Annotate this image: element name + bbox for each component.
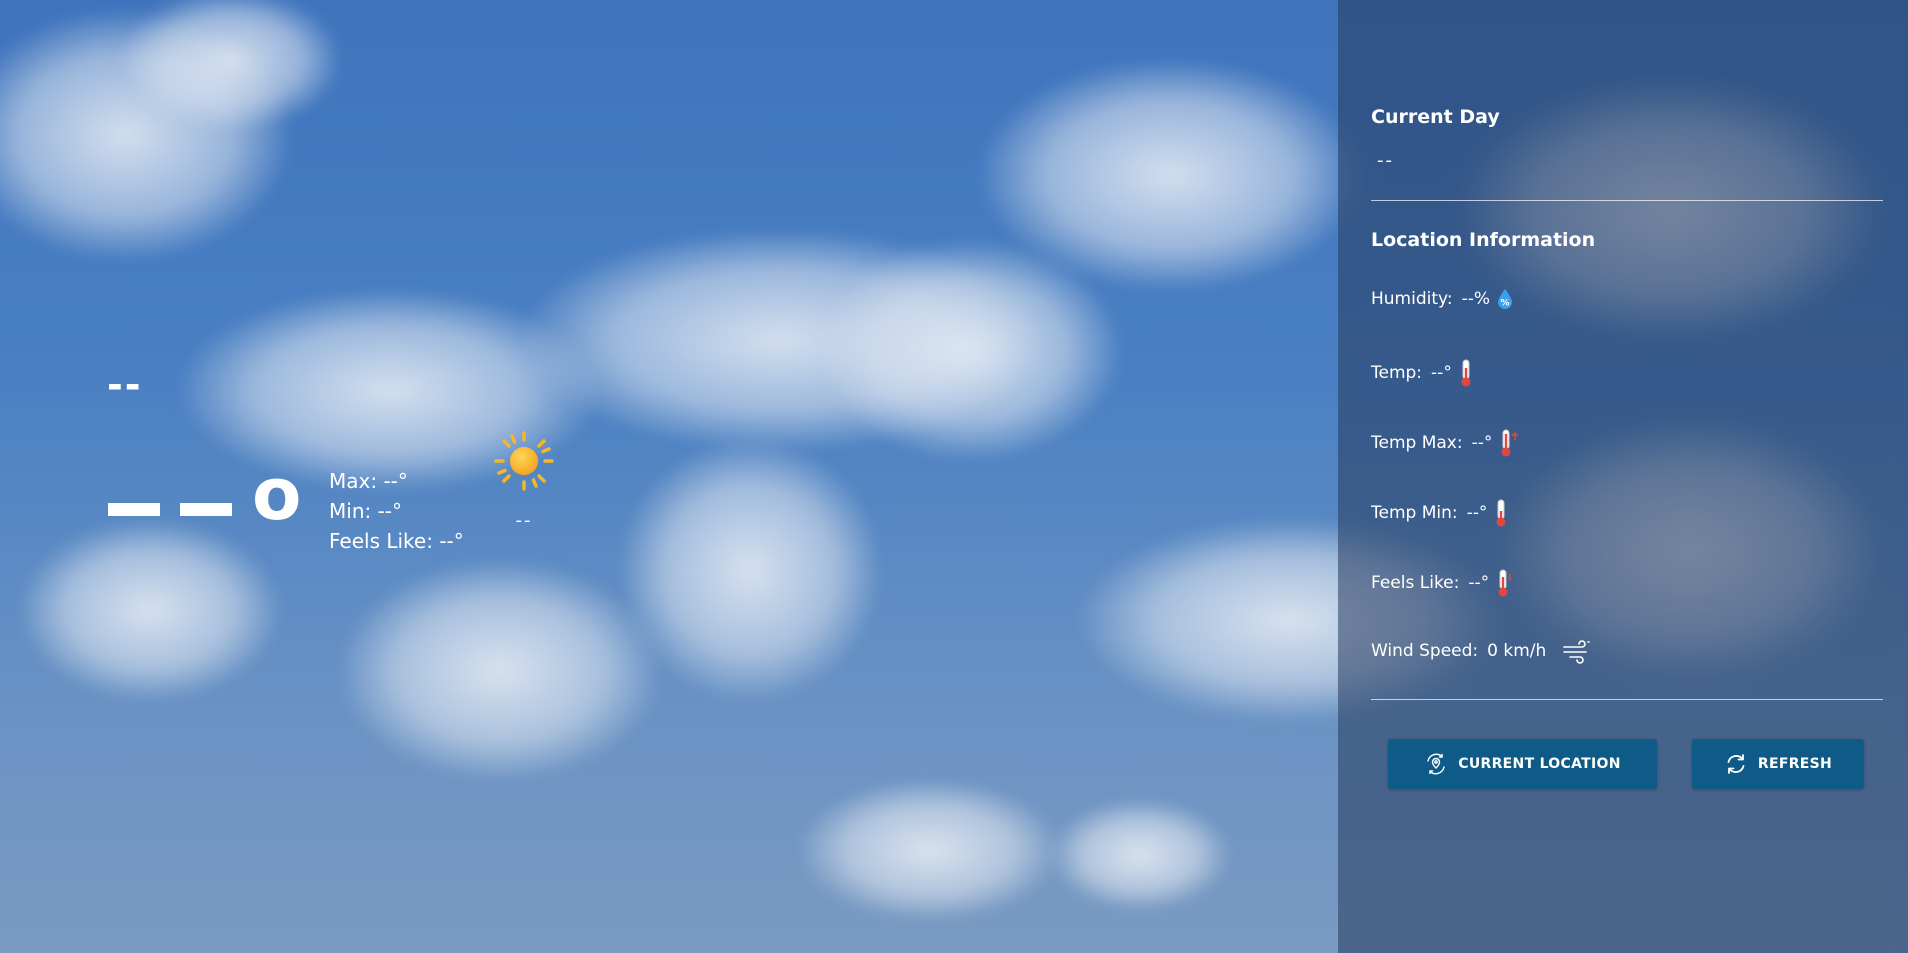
city-name: -- [107,363,143,407]
min-temp: Min: --° [329,499,403,523]
temp-max-label: Temp Max: [1371,433,1463,453]
temp-min-label: Temp Min: [1371,503,1458,523]
wind-speed-value: 0 km/h [1487,641,1547,661]
current-day-title: Current Day [1371,106,1500,128]
refresh-label: REFRESH [1757,756,1833,772]
max-temp: Max: --° [329,469,408,493]
details-panel: Current Day -- Location Information Humi… [1338,0,1908,953]
location-info-title: Location Information [1371,229,1596,251]
sun-icon [494,431,554,491]
divider [1371,200,1883,201]
temp-value: --° [1431,363,1452,383]
temp-label: Temp: [1371,363,1423,383]
humidity-row: Humidity: --% % [1371,288,1514,310]
current-temperature: o [108,448,301,540]
thermometer-down-icon [1493,498,1509,528]
feels-like-row: Feels Like: --° [1371,568,1515,598]
thermometer-icon [1458,358,1474,388]
temp-max-value: --° [1471,433,1493,453]
weather-app: -- o Max: --° Min: --° Feels Like: --° -… [0,0,1908,953]
temp-max-row: Temp Max: --° [1371,428,1520,458]
thermometer-feels-icon [1495,568,1515,598]
svg-text:%: % [1500,299,1509,309]
current-day-value: -- [1377,150,1394,171]
humidity-value: --% [1461,289,1490,309]
current-weather: -- o Max: --° Min: --° Feels Like: --° -… [0,0,1338,953]
humidity-drop-icon: % [1496,288,1514,310]
current-location-button[interactable]: CURRENT LOCATION [1388,739,1657,789]
wind-icon [1562,638,1592,664]
condition-text: -- [515,510,533,531]
temp-min-value: --° [1466,503,1488,523]
weather-condition: -- [492,430,556,531]
temp-min-row: Temp Min: --° [1371,498,1509,528]
divider [1371,699,1883,700]
feels-like-label: Feels Like: [1371,573,1460,593]
refresh-button[interactable]: REFRESH [1692,739,1864,789]
temp-unit: o [252,452,301,536]
humidity-label: Humidity: [1371,289,1453,309]
wind-speed-label: Wind Speed: [1371,641,1479,661]
feels-like-value: --° [1468,573,1490,593]
temp-dash [108,503,160,517]
wind-speed-row: Wind Speed: 0 km/h [1371,638,1592,664]
temp-details: Max: --° Min: --° Feels Like: --° [329,466,464,556]
refresh-icon [1724,752,1748,776]
location-refresh-icon [1424,752,1448,776]
thermometer-up-icon [1498,428,1520,458]
temp-dash [180,503,232,517]
current-location-label: CURRENT LOCATION [1458,756,1621,772]
feels-like-temp: Feels Like: --° [329,529,464,553]
temp-row: Temp: --° [1371,358,1474,388]
